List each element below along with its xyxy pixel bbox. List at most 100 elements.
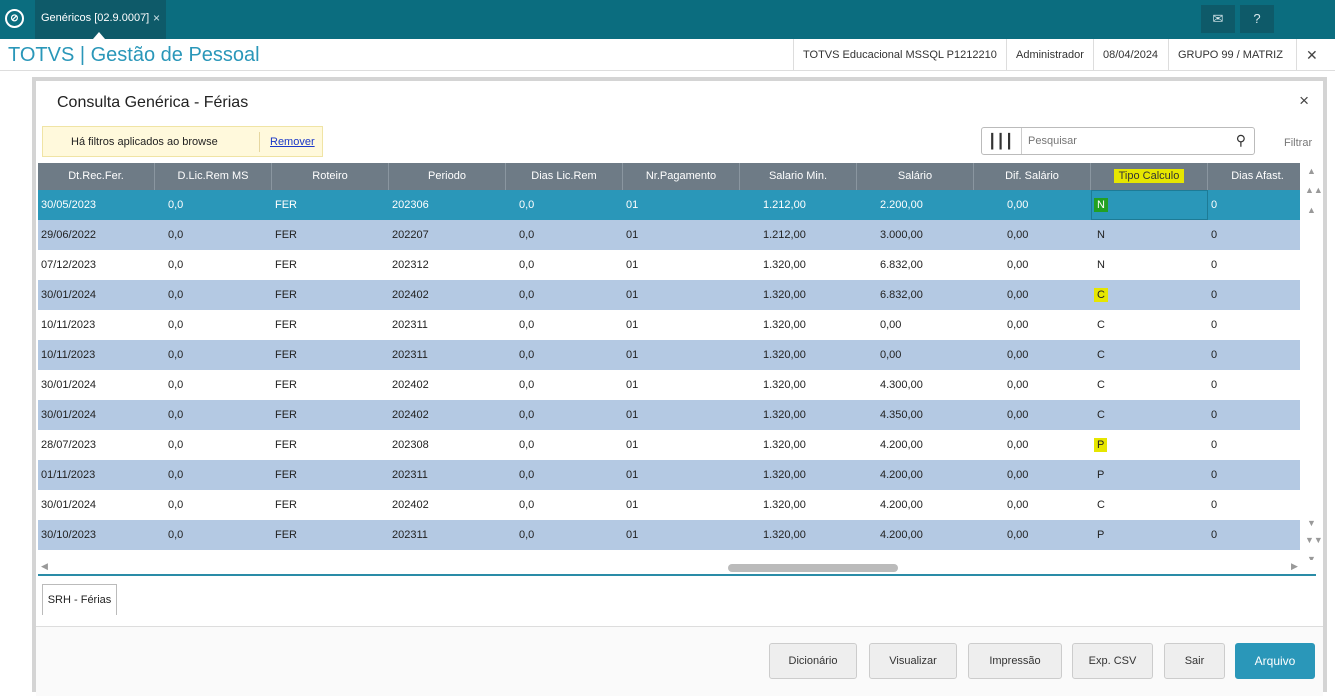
- table-cell: 01: [626, 229, 639, 241]
- table-row[interactable]: 30/05/2023 0,0 FER 202306 0,0 01 1.212,00 2.200…: [38, 190, 1300, 220]
- dialog-close-icon[interactable]: ×: [1299, 91, 1309, 111]
- table-cell: 0,0: [519, 349, 535, 361]
- table-cell: 10/11/2023: [41, 319, 96, 331]
- tab-close-icon[interactable]: ×: [153, 11, 160, 25]
- column-header[interactable]: Periodo: [389, 163, 506, 190]
- horizontal-scrollbar[interactable]: ◀ ▶: [38, 560, 1316, 576]
- table-row[interactable]: 07/12/2023 0,0 FER 202312 0,0 01 1.320,00 6.832…: [38, 250, 1300, 280]
- column-header-label: Dias Afast.: [1231, 170, 1284, 182]
- table-row[interactable]: 30/01/2024 0,0 FER 202402 0,0 01 1.320,00 4.200…: [38, 490, 1300, 520]
- column-header[interactable]: D.Lic.Rem MS: [155, 163, 272, 190]
- table-row[interactable]: 28/07/2023 0,0 FER 202308 0,0 01 1.320,00 4.200…: [38, 430, 1300, 460]
- scroll-page-down-icon[interactable]: ▼▼: [1305, 535, 1323, 545]
- table-cell: 0,00: [1007, 289, 1029, 301]
- scroll-page-up-icon[interactable]: ▲▲: [1305, 185, 1323, 195]
- table-cell: 0,0: [168, 409, 184, 421]
- column-header[interactable]: Roteiro: [272, 163, 389, 190]
- dicionario-button[interactable]: Dicionário: [769, 643, 857, 679]
- table-cell: C: [1091, 340, 1208, 370]
- data-grid: Dt.Rec.Fer. D.Lic.Rem MS Roteiro Periodo Dia…: [38, 163, 1300, 550]
- scroll-top-icon[interactable]: ▲: [1305, 166, 1318, 176]
- sair-button[interactable]: Sair: [1164, 643, 1225, 679]
- column-header[interactable]: Tipo Calculo: [1091, 163, 1208, 190]
- table-cell: 01: [626, 529, 639, 541]
- column-header[interactable]: Salario Min.: [740, 163, 857, 190]
- scroll-up-icon[interactable]: ▲: [1305, 205, 1318, 215]
- consulta-dialog: Consulta Genérica - Férias × Há filtros …: [32, 77, 1327, 696]
- table-cell: 0,0: [519, 289, 535, 301]
- tipo-calculo-value: C: [1094, 288, 1108, 302]
- top-bar: ⊘ Genéricos [02.9.0007] × ✉ ?: [0, 0, 1335, 39]
- table-cell: 0,00: [1007, 229, 1029, 241]
- search-icon[interactable]: ⚲: [1236, 132, 1246, 149]
- column-header[interactable]: Dias Lic.Rem: [506, 163, 623, 190]
- tipo-calculo-value: N: [1097, 229, 1105, 241]
- table-cell: 1.320,00: [763, 259, 806, 271]
- remove-filter-link[interactable]: Remover: [270, 136, 315, 148]
- search-input[interactable]: [1028, 128, 1228, 154]
- tab-label: Genéricos [02.9.0007]: [41, 12, 150, 24]
- table-cell: 0,0: [168, 349, 184, 361]
- table-row[interactable]: 29/06/2022 0,0 FER 202207 0,0 01 1.212,00 3.000…: [38, 220, 1300, 250]
- table-row[interactable]: 01/11/2023 0,0 FER 202311 0,0 01 1.320,00 4.200…: [38, 460, 1300, 490]
- table-row[interactable]: 30/10/2023 0,0 FER 202311 0,0 01 1.320,00 4.200…: [38, 520, 1300, 550]
- table-cell: C: [1091, 370, 1208, 400]
- column-header-label: Tipo Calculo: [1113, 169, 1185, 183]
- table-cell: 01: [626, 469, 639, 481]
- table-row[interactable]: 30/01/2024 0,0 FER 202402 0,0 01 1.320,00 4.350…: [38, 400, 1300, 430]
- table-cell: 4.350,00: [880, 409, 923, 421]
- tab-genericos[interactable]: Genéricos [02.9.0007] ×: [35, 0, 166, 39]
- table-cell: 4.200,00: [880, 499, 923, 511]
- user-info[interactable]: Administrador: [1006, 39, 1093, 71]
- tipo-calculo-value: C: [1097, 349, 1105, 361]
- columns-selector-button[interactable]: ┃┃┃ ▼: [982, 128, 1022, 174]
- date-info[interactable]: 08/04/2024: [1093, 39, 1167, 71]
- column-header[interactable]: Dif. Salário: [974, 163, 1091, 190]
- filter-button[interactable]: Filtrar: [1284, 137, 1312, 149]
- table-cell: 29/06/2022: [41, 229, 97, 241]
- table-cell: 0: [1211, 349, 1218, 361]
- table-cell: 0,00: [1007, 469, 1029, 481]
- company-info[interactable]: GRUPO 99 / MATRIZ: [1168, 39, 1292, 71]
- mail-icon[interactable]: ✉: [1201, 5, 1235, 33]
- table-cell: 0,0: [168, 319, 184, 331]
- table-row[interactable]: 10/11/2023 0,0 FER 202311 0,0 01 1.320,00 0,00 0…: [38, 310, 1300, 340]
- scroll-down-icon[interactable]: ▼: [1305, 518, 1318, 528]
- table-cell: FER: [275, 259, 297, 271]
- table-row[interactable]: 30/01/2024 0,0 FER 202402 0,0 01 1.320,00 6.832…: [38, 280, 1300, 310]
- table-cell: 01: [626, 199, 639, 211]
- totvs-menu-icon[interactable]: ⊘: [5, 9, 24, 28]
- tab-srh-ferias[interactable]: SRH - Férias: [42, 584, 117, 615]
- column-header[interactable]: Nr.Pagamento: [623, 163, 740, 190]
- horizontal-scroll-thumb[interactable]: [728, 564, 898, 572]
- column-header[interactable]: Dias Afast.: [1208, 163, 1300, 190]
- exit-app-button[interactable]: ✕ Sa: [1296, 39, 1335, 95]
- impressao-button[interactable]: Impressão: [968, 643, 1062, 679]
- arquivo-button[interactable]: Arquivo: [1235, 643, 1315, 679]
- dialog-title: Consulta Genérica - Férias: [57, 94, 249, 111]
- environment-info[interactable]: TOTVS Educacional MSSQL P1212210: [793, 39, 1006, 71]
- table-cell: 07/12/2023: [41, 259, 97, 271]
- table-row[interactable]: 30/01/2024 0,0 FER 202402 0,0 01 1.320,00 4.300…: [38, 370, 1300, 400]
- table-cell: 0: [1211, 319, 1218, 331]
- table-cell: FER: [275, 379, 297, 391]
- table-cell: 3.000,00: [880, 229, 923, 241]
- visualizar-button[interactable]: Visualizar: [869, 643, 957, 679]
- table-cell: 1.320,00: [763, 499, 806, 511]
- table-cell: 1.320,00: [763, 469, 806, 481]
- column-header-label: Roteiro: [312, 170, 348, 182]
- table-cell: 202402: [392, 289, 429, 301]
- vertical-scrollbar[interactable]: ▲ ▲▲ ▲ ▼ ▼▼ ▼: [1303, 163, 1323, 567]
- column-header[interactable]: Dt.Rec.Fer.: [38, 163, 155, 190]
- table-cell: 0,00: [1007, 259, 1029, 271]
- scroll-left-icon[interactable]: ◀: [41, 561, 48, 572]
- scroll-right-icon[interactable]: ▶: [1291, 561, 1298, 572]
- table-cell: 30/05/2023: [41, 199, 97, 211]
- table-row[interactable]: 10/11/2023 0,0 FER 202311 0,0 01 1.320,00 0,00 0…: [38, 340, 1300, 370]
- table-cell: 0,0: [519, 409, 535, 421]
- exp-csv-button[interactable]: Exp. CSV: [1072, 643, 1153, 679]
- table-cell: 01: [626, 379, 639, 391]
- table-cell: 0,00: [880, 319, 902, 331]
- help-icon[interactable]: ?: [1240, 5, 1274, 33]
- column-header[interactable]: Salário: [857, 163, 974, 190]
